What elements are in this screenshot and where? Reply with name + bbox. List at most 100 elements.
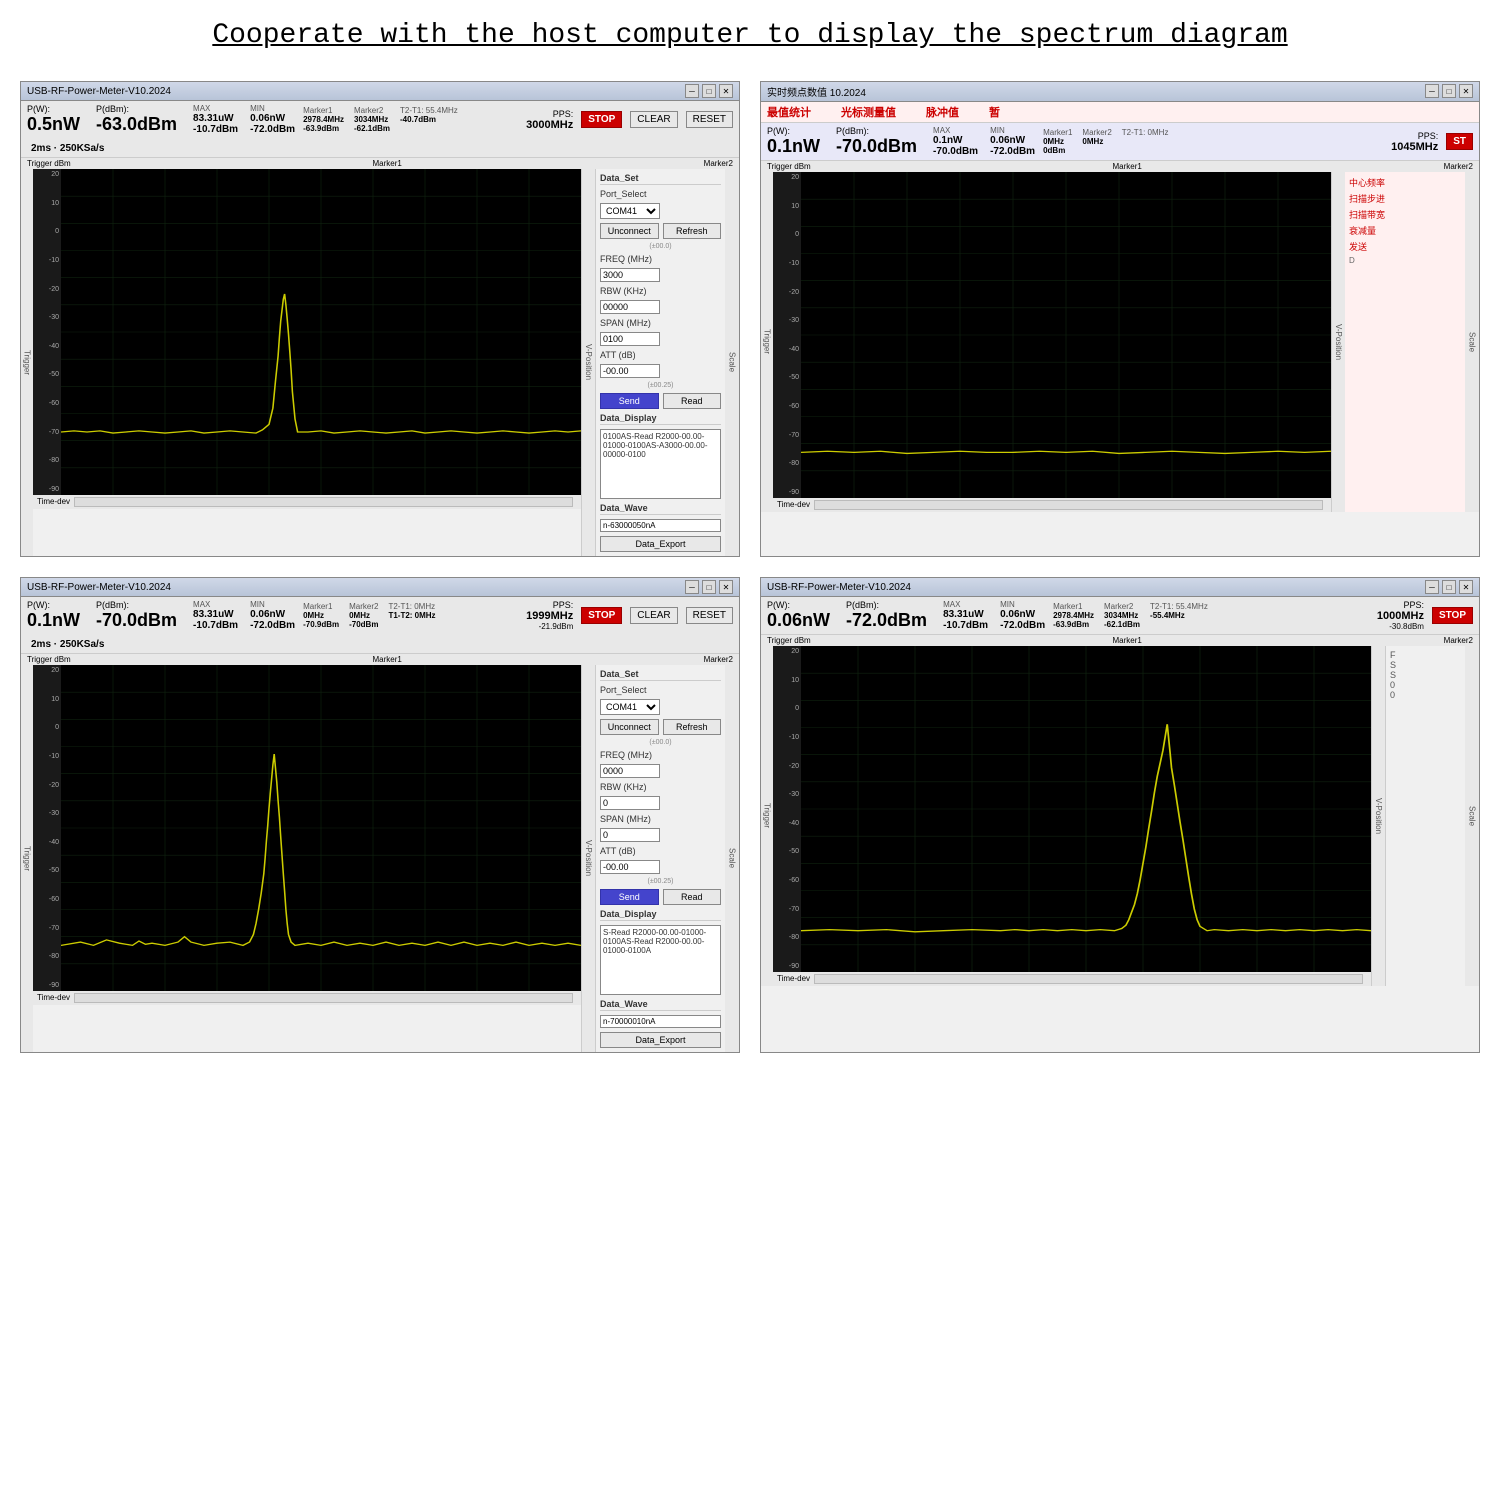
connect-btn-row-3: Unconnect Refresh <box>600 719 721 735</box>
scrollbar-3[interactable] <box>74 993 573 1003</box>
port-select-1[interactable]: COM41 <box>600 203 660 219</box>
rbw-input-1[interactable] <box>600 300 660 314</box>
rbw-input-3[interactable] <box>600 796 660 810</box>
clear-button-1[interactable]: CLEAR <box>630 111 677 128</box>
main-area-3: Trigger 20 10 0 -10 -20 -30 -40 -50 -60 <box>21 665 739 1052</box>
offset-hint-1: (±00.0) <box>600 243 721 250</box>
y-axis-2: 20 10 0 -10 -20 -30 -40 -50 -60 -70 -80 … <box>773 172 801 498</box>
data-display-content-3: S-Read R2000-00.00-01000-0100AS-Read R20… <box>600 925 721 995</box>
stats-group-2: MAX 0.1nW -70.0dBm MIN 0.06nW -72.0dBm <box>933 126 1035 157</box>
power-dbm-display-3: P(dBm): -70.0dBm <box>96 600 177 631</box>
pps-group-3: PPS: 1999MHz -21.9dBm <box>526 600 573 631</box>
marker1-label-1: Marker1 <box>373 159 402 168</box>
window-4: USB-RF-Power-Meter-V10.2024 ─ □ ✕ P(W): … <box>760 577 1480 1053</box>
scrollbar-1[interactable] <box>74 497 573 507</box>
chart-bottom-4: Time-dev <box>773 972 1371 986</box>
port-select-row-3: Port_Select <box>600 685 721 695</box>
window-title-2: 实时频点数值 10.2024 <box>767 84 866 99</box>
att-label-1: ATT (dB) <box>600 350 636 360</box>
close-btn-3[interactable]: ✕ <box>719 580 733 594</box>
freq-label-1: FREQ (MHz) <box>600 254 652 264</box>
pps-group-4: PPS: 1000MHz -30.8dBm <box>1377 600 1424 631</box>
data-wave-input-3[interactable] <box>600 1015 721 1028</box>
refresh-button-1[interactable]: Refresh <box>663 223 722 239</box>
span-input-3[interactable] <box>600 828 660 842</box>
att-input-3[interactable] <box>600 860 660 874</box>
ch-attenuation: 衰减量 <box>1349 224 1461 237</box>
close-btn-1[interactable]: ✕ <box>719 84 733 98</box>
maximize-btn-1[interactable]: □ <box>702 84 716 98</box>
chart-labels-1: Trigger dBm Marker1 Marker2 <box>21 158 739 169</box>
freq-input-1[interactable] <box>600 268 660 282</box>
scrollbar-2[interactable] <box>814 500 1323 510</box>
export-button-3[interactable]: Data_Export <box>600 1032 721 1048</box>
span-row-1: SPAN (MHz) <box>600 318 721 328</box>
marker-group-2: Marker1 0MHz 0dBm Marker2 0MHz T2-T1: 0M… <box>1043 128 1168 155</box>
spectrum-svg-4 <box>801 646 1371 972</box>
freq-input-3[interactable] <box>600 764 660 778</box>
scrollbar-4[interactable] <box>814 974 1363 984</box>
stats-group-3: MAX 83.31uW -10.7dBm MIN 0.06nW -72.0dBm <box>193 600 295 631</box>
connect-btn-row-1: Unconnect Refresh <box>600 223 721 239</box>
port-select-3[interactable]: COM41 <box>600 699 660 715</box>
top-bar-4: P(W): 0.06nW P(dBm): -72.0dBm MAX 83.31u… <box>761 597 1479 635</box>
page-title: Cooperate with the host computer to disp… <box>20 20 1480 51</box>
chart-area-1: 20 10 0 -10 -20 -30 -40 -50 -60 -70 -80 … <box>33 169 581 509</box>
send-read-row-1: Send Read <box>600 393 721 409</box>
span-row-3: SPAN (MHz) <box>600 814 721 824</box>
data-display-content-1: 0100AS-Read R2000-00.00-01000-0100AS-A30… <box>600 429 721 499</box>
window-controls-3[interactable]: ─ □ ✕ <box>685 580 733 594</box>
send-button-1[interactable]: Send <box>600 393 659 409</box>
chart-inner-1: 20 10 0 -10 -20 -30 -40 -50 -60 -70 -80 … <box>33 169 581 495</box>
chart-area-3: 20 10 0 -10 -20 -30 -40 -50 -60 -70 -80 … <box>33 665 581 1005</box>
spectrum-svg-3 <box>61 665 581 991</box>
reset-button-1[interactable]: RESET <box>686 111 733 128</box>
att-hint-3: (±00.25) <box>600 878 721 885</box>
read-button-3[interactable]: Read <box>663 889 722 905</box>
send-button-3[interactable]: Send <box>600 889 659 905</box>
chart-area-4: 20 10 0 -10 -20 -30 -40 -50 -60 -70 -80 … <box>773 646 1371 986</box>
stop-button-1[interactable]: STOP <box>581 111 622 128</box>
minimize-btn-2[interactable]: ─ <box>1425 84 1439 98</box>
titlebar-2: 实时频点数值 10.2024 ─ □ ✕ <box>761 82 1479 102</box>
marker2-1: Marker2 3034MHz -62.1dBm <box>354 106 390 133</box>
top-bar-2: P(W): 0.1nW P(dBm): -70.0dBm MAX 0.1nW -… <box>761 123 1479 161</box>
ch-header-1: 最值统计 <box>767 104 811 120</box>
stop-button-2[interactable]: ST <box>1446 133 1473 150</box>
pps-group-1: PPS: 3000MHz <box>526 109 573 131</box>
maximize-btn-4[interactable]: □ <box>1442 580 1456 594</box>
maximize-btn-2[interactable]: □ <box>1442 84 1456 98</box>
rbw-row-3: RBW (KHz) <box>600 782 721 792</box>
titlebar-4: USB-RF-Power-Meter-V10.2024 ─ □ ✕ <box>761 578 1479 597</box>
reset-button-3[interactable]: RESET <box>686 607 733 624</box>
stop-button-4[interactable]: STOP <box>1432 607 1473 624</box>
marker-group-4: Marker1 2978.4MHz -63.9dBm Marker2 3034M… <box>1053 602 1208 629</box>
close-btn-4[interactable]: ✕ <box>1459 580 1473 594</box>
export-button-1[interactable]: Data_Export <box>600 536 721 552</box>
ch-data-label: D <box>1349 256 1461 265</box>
read-button-1[interactable]: Read <box>663 393 722 409</box>
ch-header-4: 暂 <box>989 104 1000 120</box>
stop-button-3[interactable]: STOP <box>581 607 622 624</box>
unconnect-button-1[interactable]: Unconnect <box>600 223 659 239</box>
window-title-4: USB-RF-Power-Meter-V10.2024 <box>767 582 911 593</box>
chart-bottom-1: Time-dev <box>33 495 581 509</box>
data-wave-input-1[interactable] <box>600 519 721 532</box>
minimize-btn-3[interactable]: ─ <box>685 580 699 594</box>
maximize-btn-3[interactable]: □ <box>702 580 716 594</box>
clear-button-3[interactable]: CLEAR <box>630 607 677 624</box>
v-position-label-2: V-Position <box>1331 172 1345 512</box>
close-btn-2[interactable]: ✕ <box>1459 84 1473 98</box>
window-controls-1[interactable]: ─ □ ✕ <box>685 84 733 98</box>
minimize-btn-1[interactable]: ─ <box>685 84 699 98</box>
power-dbm-value-1: -63.0dBm <box>96 114 177 135</box>
span-input-1[interactable] <box>600 332 660 346</box>
window-controls-4[interactable]: ─ □ ✕ <box>1425 580 1473 594</box>
unconnect-button-3[interactable]: Unconnect <box>600 719 659 735</box>
window-controls-2[interactable]: ─ □ ✕ <box>1425 84 1473 99</box>
chart-inner-2: 20 10 0 -10 -20 -30 -40 -50 -60 -70 -80 … <box>773 172 1331 498</box>
minimize-btn-4[interactable]: ─ <box>1425 580 1439 594</box>
refresh-button-3[interactable]: Refresh <box>663 719 722 735</box>
att-input-1[interactable] <box>600 364 660 378</box>
span-label-1: SPAN (MHz) <box>600 318 651 328</box>
